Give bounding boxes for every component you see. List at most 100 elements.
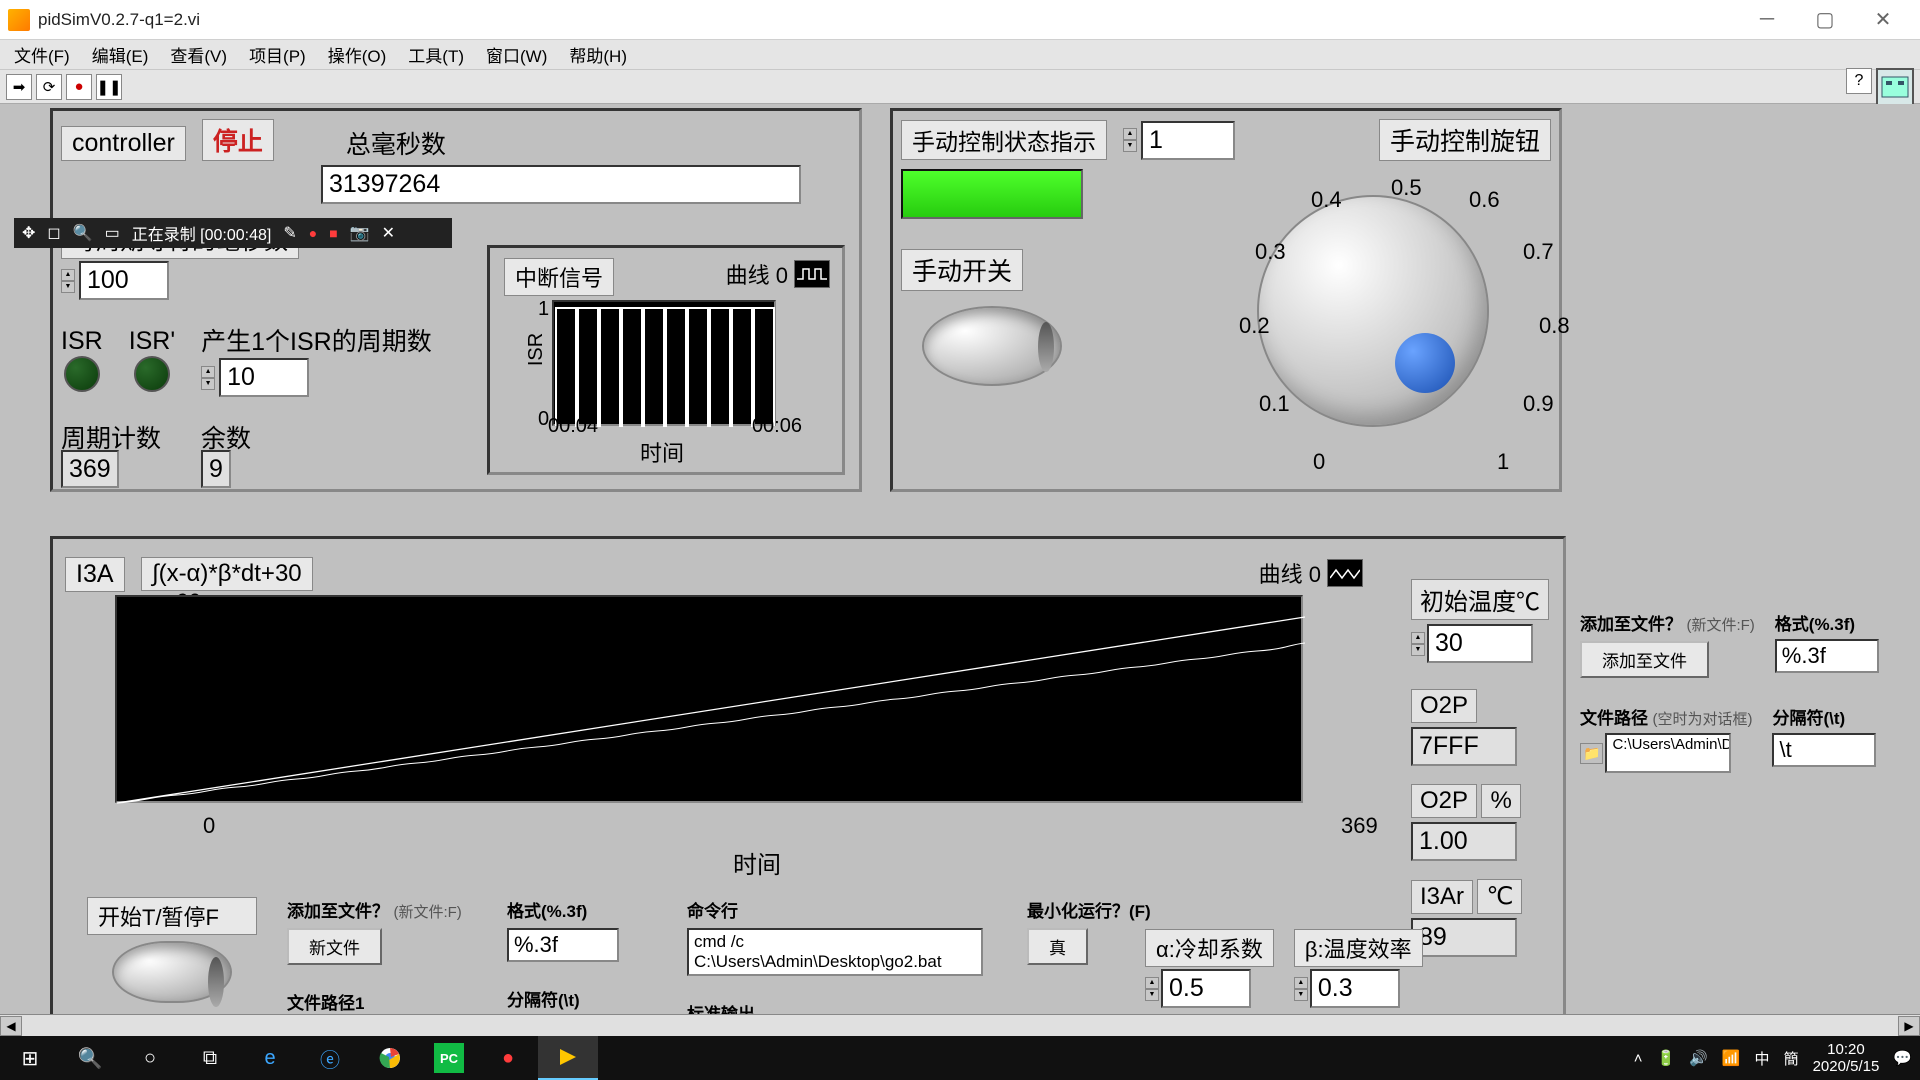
cmd-label: 命令行 bbox=[687, 897, 997, 922]
tray-ime2[interactable]: 簡 bbox=[1784, 1048, 1799, 1069]
fmt-field[interactable]: %.3f bbox=[507, 928, 619, 962]
o2pp-label: O2P bbox=[1411, 784, 1477, 818]
fr-sep-field[interactable]: \t bbox=[1772, 733, 1876, 767]
recorder-status: 正在录制 [00:00:48] bbox=[132, 221, 272, 245]
fr-path-label: 文件路径 bbox=[1580, 709, 1648, 728]
isr2-label: ISR' bbox=[129, 327, 175, 356]
tray-chevron-icon[interactable]: ˄ bbox=[1634, 1050, 1643, 1067]
recorder-search-icon[interactable]: 🔍 bbox=[73, 223, 93, 243]
run-button[interactable]: ➡ bbox=[6, 74, 32, 100]
tray-wifi-icon[interactable]: 📶 bbox=[1722, 1049, 1741, 1067]
window-maximize-icon[interactable]: ▢ bbox=[1796, 1, 1854, 39]
scroll-left-icon[interactable]: ◀ bbox=[0, 1016, 22, 1036]
play-switch-toggle[interactable] bbox=[112, 941, 232, 1003]
menu-help[interactable]: 帮助(H) bbox=[561, 40, 635, 69]
window-minimize-icon[interactable]: ─ bbox=[1738, 1, 1796, 39]
genisr-field[interactable]: 10 bbox=[219, 358, 309, 397]
alpha-field[interactable]: 0.5 bbox=[1161, 969, 1251, 1008]
formula-label: ∫(x-α)*β*dt+30 bbox=[141, 557, 313, 591]
cortana-icon[interactable]: ○ bbox=[120, 1036, 180, 1080]
recorder-move-icon[interactable]: ✥ bbox=[22, 223, 35, 243]
fr-fmt-label: 格式(%.3f) bbox=[1775, 610, 1879, 635]
isr-label: ISR bbox=[61, 327, 103, 356]
recorder-pencil-icon[interactable]: ✎ bbox=[283, 223, 296, 243]
menubar: 文件(F) 编辑(E) 查看(V) 项目(P) 操作(O) 工具(T) 窗口(W… bbox=[0, 40, 1920, 70]
beta-field[interactable]: 0.3 bbox=[1310, 969, 1400, 1008]
menu-project[interactable]: 项目(P) bbox=[241, 40, 314, 69]
alpha-stepper[interactable]: ▲▼ bbox=[1145, 977, 1159, 1001]
ie-icon[interactable]: ⓔ bbox=[300, 1036, 360, 1080]
manual-status-lamp bbox=[901, 169, 1083, 219]
main-legend-swatch bbox=[1327, 559, 1363, 587]
recorder-close-icon[interactable]: ✕ bbox=[382, 223, 395, 243]
manual-switch-toggle[interactable] bbox=[922, 306, 1062, 386]
workspace-scrollbar[interactable]: ◀ ▶ bbox=[0, 1014, 1920, 1036]
isr2-led bbox=[134, 356, 170, 392]
scale-02: 0.2 bbox=[1239, 313, 1270, 339]
o2p-field: 7FFF bbox=[1411, 727, 1517, 766]
totalms-field[interactable]: 31397264 bbox=[321, 165, 801, 204]
fr-fmt-field[interactable]: %.3f bbox=[1775, 639, 1879, 673]
beta-stepper[interactable]: ▲▼ bbox=[1294, 977, 1308, 1001]
manual-status-stepper[interactable]: ▲▼ bbox=[1123, 128, 1137, 152]
main-xlabel: 时间 bbox=[733, 845, 781, 880]
scroll-right-icon[interactable]: ▶ bbox=[1898, 1016, 1920, 1036]
main-chart-panel: I3A ∫(x-α)*β*dt+30 曲线 0 90807060504030 ℃… bbox=[50, 536, 1566, 1026]
vi-icon[interactable] bbox=[1876, 68, 1914, 106]
main-xstart: 0 bbox=[203, 813, 215, 839]
tray-notifications-icon[interactable]: 💬 bbox=[1893, 1049, 1912, 1067]
start-icon[interactable]: ⊞ bbox=[0, 1036, 60, 1080]
window-close-icon[interactable]: ✕ bbox=[1854, 1, 1912, 39]
menu-window[interactable]: 窗口(W) bbox=[478, 40, 555, 69]
inittemp-stepper[interactable]: ▲▼ bbox=[1411, 632, 1425, 656]
taskview-icon[interactable]: ⧉ bbox=[180, 1036, 240, 1080]
manual-control-panel: 手动控制状态指示 ▲▼ 1 手动控制旋钮 手动开关 0 0.1 0.2 0.3 … bbox=[890, 108, 1562, 492]
newfile-button[interactable]: 新文件 bbox=[287, 928, 382, 965]
genisr-stepper[interactable]: ▲▼ bbox=[201, 366, 215, 390]
recorder-app-icon[interactable]: ● bbox=[478, 1036, 538, 1080]
menu-edit[interactable]: 编辑(E) bbox=[84, 40, 157, 69]
menu-tools[interactable]: 工具(T) bbox=[400, 40, 472, 69]
chrome-icon[interactable] bbox=[360, 1036, 420, 1080]
abort-button[interactable]: ● bbox=[66, 74, 92, 100]
scale-01: 0.1 bbox=[1259, 391, 1290, 417]
minrun-button[interactable]: 真 bbox=[1027, 928, 1088, 965]
menu-file[interactable]: 文件(F) bbox=[6, 40, 78, 69]
run-continuous-button[interactable]: ⟳ bbox=[36, 74, 62, 100]
stop-button[interactable]: 停止 bbox=[202, 119, 274, 161]
fr-path-field[interactable]: C:\Users\Admin\Desktop\ bbox=[1605, 733, 1731, 773]
recorder-record-icon[interactable]: ● bbox=[309, 225, 317, 241]
pause-button[interactable]: ❚❚ bbox=[96, 74, 122, 100]
pycharm-icon[interactable]: PC bbox=[434, 1043, 464, 1073]
i3ar-unit: ℃ bbox=[1477, 879, 1522, 914]
recorder-camera-icon[interactable]: 📷 bbox=[350, 223, 370, 243]
cmd-field[interactable]: cmd /c C:\Users\Admin\Desktop\go2.bat bbox=[687, 928, 983, 976]
tray-volume-icon[interactable]: 🔊 bbox=[1689, 1049, 1708, 1067]
tray-clock[interactable]: 10:20 2020/5/15 bbox=[1813, 1041, 1880, 1075]
screen-recording-overlay[interactable]: ✥ ◻ 🔍 ▭ 正在录制 [00:00:48] ✎ ● ■ 📷 ✕ bbox=[14, 218, 452, 248]
filepath-browse-icon[interactable]: 📁 bbox=[1580, 743, 1603, 764]
tray-ime1[interactable]: 中 bbox=[1755, 1048, 1770, 1069]
menu-operate[interactable]: 操作(O) bbox=[320, 40, 395, 69]
waitms-field[interactable]: 100 bbox=[79, 261, 169, 300]
totalms-label: 总毫秒数 bbox=[346, 125, 446, 161]
waitms-stepper[interactable]: ▲▼ bbox=[61, 269, 75, 293]
recorder-stop-icon[interactable]: ■ bbox=[329, 225, 337, 241]
recorder-box-icon[interactable]: ◻ bbox=[47, 223, 60, 243]
menu-view[interactable]: 查看(V) bbox=[162, 40, 235, 69]
search-icon[interactable]: 🔍 bbox=[60, 1036, 120, 1080]
isr-chart-title: 中断信号 bbox=[504, 258, 614, 296]
filepath-label: 文件路径1 bbox=[287, 989, 477, 1014]
inittemp-field[interactable]: 30 bbox=[1427, 624, 1533, 663]
labview-app-icon[interactable] bbox=[538, 1036, 598, 1080]
addfile-hint: (新文件:F) bbox=[393, 904, 461, 921]
fr-add-button[interactable]: 添加至文件 bbox=[1580, 641, 1709, 678]
fmt-label: 格式(%.3f) bbox=[507, 897, 657, 922]
edge-icon[interactable]: e bbox=[240, 1036, 300, 1080]
isr-ymax: 1 bbox=[538, 298, 549, 321]
tray-battery-icon[interactable]: 🔋 bbox=[1656, 1049, 1675, 1067]
manual-knob[interactable] bbox=[1257, 195, 1489, 427]
recorder-crop-icon[interactable]: ▭ bbox=[105, 223, 120, 243]
context-help-icon[interactable]: ? bbox=[1846, 68, 1872, 94]
inittemp-label: 初始温度℃ bbox=[1411, 579, 1549, 620]
